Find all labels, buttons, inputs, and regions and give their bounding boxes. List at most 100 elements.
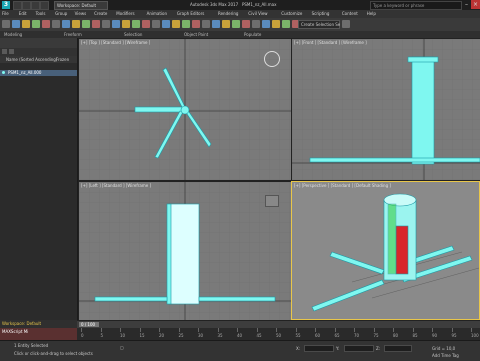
lock-icon[interactable]: ▢ (120, 345, 124, 350)
spinner-snap-icon[interactable] (192, 20, 200, 28)
timeline-tick (451, 328, 453, 332)
find-icon[interactable] (9, 49, 14, 54)
workspace-dropdown[interactable]: Workspace: Default (54, 1, 108, 10)
viewport-front[interactable]: [+] [Front ] [Standard ] [Wireframe ] (291, 38, 480, 181)
ref-coord-icon[interactable] (142, 20, 150, 28)
column-frozen-header[interactable]: Frozen (56, 57, 69, 62)
menu-item-help[interactable]: Help (367, 11, 376, 17)
selection-set-label: Create Selection Se (301, 22, 341, 27)
list-item[interactable]: PSM1_nz_All.000 (0, 70, 77, 76)
timeline-tick-label: 15 (139, 333, 145, 338)
menu-item-file[interactable]: File (2, 11, 9, 17)
layer-icon[interactable] (232, 20, 240, 28)
bind-icon[interactable] (42, 20, 50, 28)
timeline-tick (198, 328, 199, 332)
selection-set-dropdown[interactable]: Create Selection Se (298, 20, 340, 29)
angle-snap-icon[interactable] (172, 20, 180, 28)
list-header: Name (Sorted Ascending) Frozen (0, 56, 77, 63)
open-file-icon[interactable] (22, 1, 31, 10)
window-crossing-icon[interactable] (92, 20, 100, 28)
windmill-front-wireframe (309, 56, 480, 165)
schematic-icon[interactable] (262, 20, 270, 28)
filter-icon[interactable] (2, 49, 7, 54)
viewport-label[interactable]: [+] [Perspective ] [Standard ] [Default … (294, 183, 391, 188)
ribbon-tab-modeling[interactable]: Modeling (4, 32, 22, 37)
ribbon-tab-selection[interactable]: Selection (124, 32, 142, 37)
menu-item-animation[interactable]: Animation (147, 11, 167, 17)
timeline-tick-label: 95 (451, 333, 457, 338)
menu-item-customize[interactable]: Customize (281, 11, 302, 17)
menu-item-civil-view[interactable]: Civil View (248, 11, 267, 17)
viewport-left[interactable]: [+] [Left ] [Standard ] [Wireframe ] (78, 181, 292, 322)
viewport-top[interactable]: [+] [Top ] [Standard ] [Wireframe ] (78, 38, 292, 181)
viewport-perspective[interactable]: [+] [Perspective ] [Standard ] [Default … (291, 181, 480, 320)
frame-display: 0 / 100 (81, 322, 96, 327)
add-time-tag-button[interactable]: Add Time Tag (432, 353, 459, 358)
selection-status: 1 Entity Selected (14, 343, 49, 348)
menu-item-rendering[interactable]: Rendering (218, 11, 238, 17)
move-icon[interactable] (102, 20, 110, 28)
mirror-icon[interactable] (212, 20, 220, 28)
column-name-header[interactable]: Name (Sorted Ascending) (6, 57, 57, 62)
menu-item-create[interactable]: Create (94, 11, 107, 17)
eye-icon[interactable] (2, 71, 5, 74)
z-coordinate-field[interactable] (384, 345, 412, 352)
new-scene-icon[interactable] (13, 1, 22, 10)
pivot-icon[interactable] (152, 20, 160, 28)
menu-item-scripting[interactable]: Scripting (312, 11, 330, 17)
select-filter-icon[interactable] (52, 20, 60, 28)
link-icon[interactable] (22, 20, 30, 28)
menu-item-views[interactable]: Views (75, 11, 87, 17)
ribbon-tab-populate[interactable]: Populate (244, 32, 261, 37)
menu-item-modifiers[interactable]: Modifiers (116, 11, 134, 17)
viewcube-icon[interactable] (264, 51, 280, 67)
viewcube-icon[interactable] (265, 195, 279, 207)
windmill-top-wireframe (134, 67, 212, 159)
unlink-icon[interactable] (32, 20, 40, 28)
viewport-label[interactable]: [+] [Left ] [Standard ] [Wireframe ] (81, 183, 151, 188)
viewport-label[interactable]: [+] [Front ] [Standard ] [Wireframe ] (294, 40, 367, 45)
rect-select-icon[interactable] (82, 20, 90, 28)
material-editor-icon[interactable] (272, 20, 280, 28)
x-coordinate-field[interactable] (304, 345, 334, 352)
rotate-icon[interactable] (112, 20, 120, 28)
time-slider-thumb[interactable]: 0 / 100 (79, 322, 99, 327)
named-sel-icon[interactable] (202, 20, 210, 28)
scale-icon[interactable] (122, 20, 130, 28)
track-bar[interactable]: 0 5 10 15 20 25 30 35 40 45 50 55 60 65 70 75 80 85 90 95 10… (77, 328, 480, 340)
ribbon-tab-object-paint[interactable]: Object Paint (184, 32, 208, 37)
align-icon[interactable] (222, 20, 230, 28)
placement-icon[interactable] (132, 20, 140, 28)
menu-item-group[interactable]: Group (55, 11, 67, 17)
toggle-ribbon-icon[interactable] (242, 20, 250, 28)
menu-item-edit[interactable]: Edit (19, 11, 27, 17)
y-coordinate-field[interactable] (344, 345, 374, 352)
undo-quick-icon[interactable] (40, 1, 49, 10)
app-logo[interactable]: 3 (2, 1, 10, 9)
curve-editor-icon[interactable] (252, 20, 260, 28)
timeline-tick (315, 328, 316, 332)
timeline-tick-label: 20 (159, 333, 165, 338)
redo-icon[interactable] (12, 20, 20, 28)
ribbon-tab-freeform[interactable]: Freeform (64, 32, 82, 37)
viewport-label[interactable]: [+] [Top ] [Standard ] [Wireframe ] (81, 40, 150, 45)
menu-item-content[interactable]: Content (342, 11, 358, 17)
menu-item-graph-editors[interactable]: Graph Editors (177, 11, 204, 17)
timeline-tick (334, 328, 336, 332)
maxscript-listener[interactable]: MAXScript Mi (0, 328, 77, 340)
minimize-icon[interactable]: – (462, 0, 471, 9)
select-icon[interactable] (62, 20, 70, 28)
undo-icon[interactable] (2, 20, 10, 28)
timeline-tick-label: 0 (81, 333, 84, 338)
percent-snap-icon[interactable] (182, 20, 190, 28)
search-input[interactable]: Type a keyword or phrase (370, 1, 462, 10)
timeline-tick-label: 10 (120, 333, 126, 338)
select-by-name-icon[interactable] (72, 20, 80, 28)
snap-icon[interactable] (162, 20, 170, 28)
close-icon[interactable]: × (471, 0, 480, 9)
menu-item-tools[interactable]: Tools (36, 11, 46, 17)
render-icon[interactable] (342, 20, 350, 28)
timeline-tick (237, 328, 238, 332)
render-setup-icon[interactable] (282, 20, 290, 28)
save-file-icon[interactable] (31, 1, 40, 10)
